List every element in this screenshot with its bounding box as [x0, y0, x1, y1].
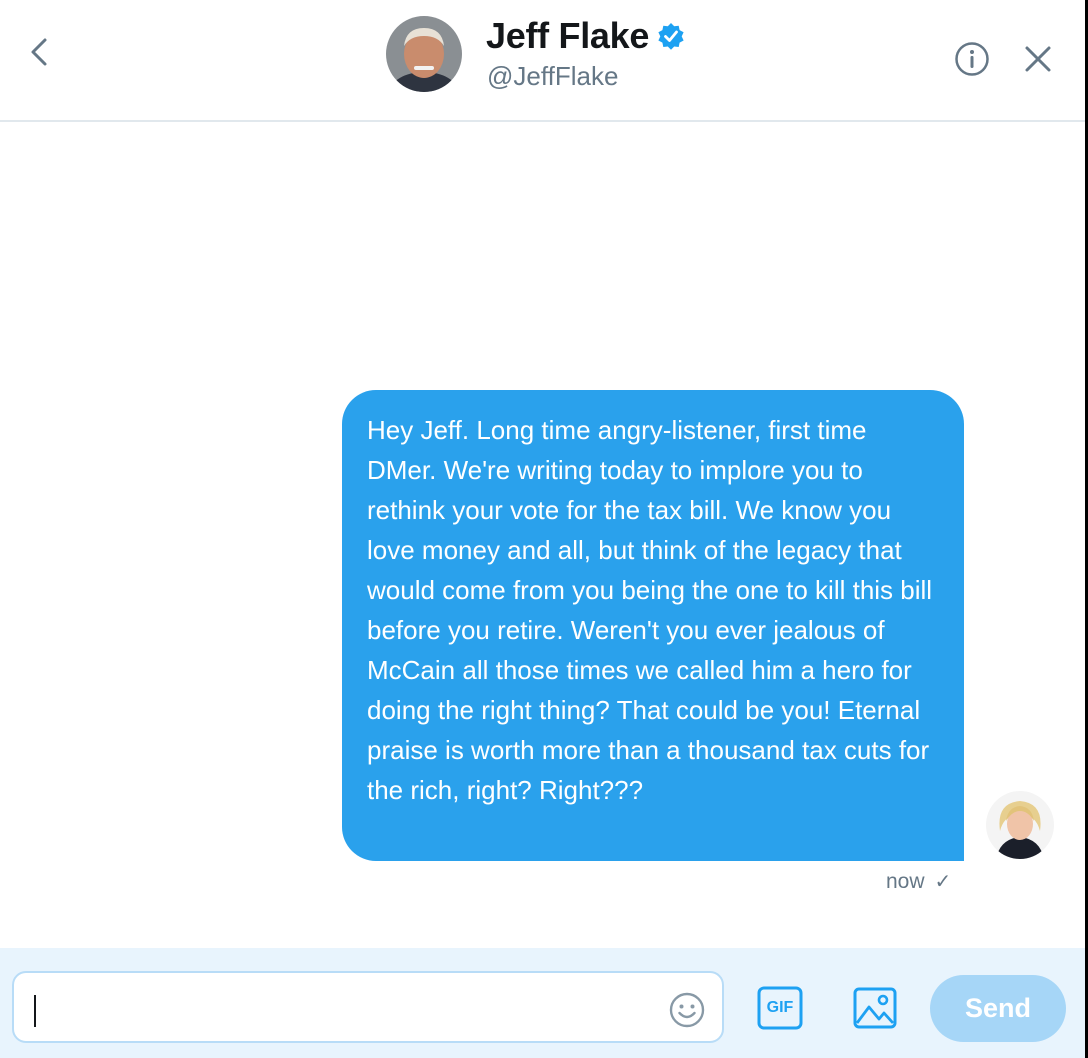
- contact-name-row: Jeff Flake: [486, 14, 685, 58]
- back-button[interactable]: [22, 34, 56, 70]
- sender-avatar-image: [986, 791, 1054, 859]
- emoji-button[interactable]: [668, 991, 706, 1029]
- check-icon: ✓: [934, 871, 952, 893]
- message-bubble[interactable]: Hey Jeff. Long time angry-listener, firs…: [342, 390, 964, 861]
- emoji-icon: [669, 992, 705, 1028]
- verified-badge-icon: [657, 22, 685, 50]
- contact-name: Jeff Flake: [486, 15, 650, 56]
- gif-button[interactable]: GIF: [757, 986, 803, 1030]
- close-button[interactable]: [1021, 42, 1055, 76]
- conversation-info-button[interactable]: [953, 40, 991, 78]
- message-input[interactable]: [12, 971, 724, 1043]
- send-button[interactable]: Send: [930, 975, 1066, 1042]
- text-caret: [34, 995, 36, 1027]
- contact-avatar-image: [386, 16, 462, 92]
- message-meta: now ✓: [886, 868, 951, 896]
- close-icon: [1025, 46, 1051, 72]
- conversation-header: Jeff Flake @JeffFlake: [0, 0, 1085, 122]
- sender-avatar[interactable]: [986, 791, 1054, 859]
- chevron-left-icon: [31, 38, 47, 66]
- contact-avatar[interactable]: [386, 16, 462, 92]
- add-photo-button[interactable]: [852, 985, 898, 1031]
- image-icon: [853, 987, 897, 1029]
- gif-label: GIF: [766, 999, 794, 1016]
- info-icon: [955, 42, 989, 76]
- contact-handle: @JeffFlake: [487, 61, 619, 91]
- message-timestamp: now: [886, 870, 925, 893]
